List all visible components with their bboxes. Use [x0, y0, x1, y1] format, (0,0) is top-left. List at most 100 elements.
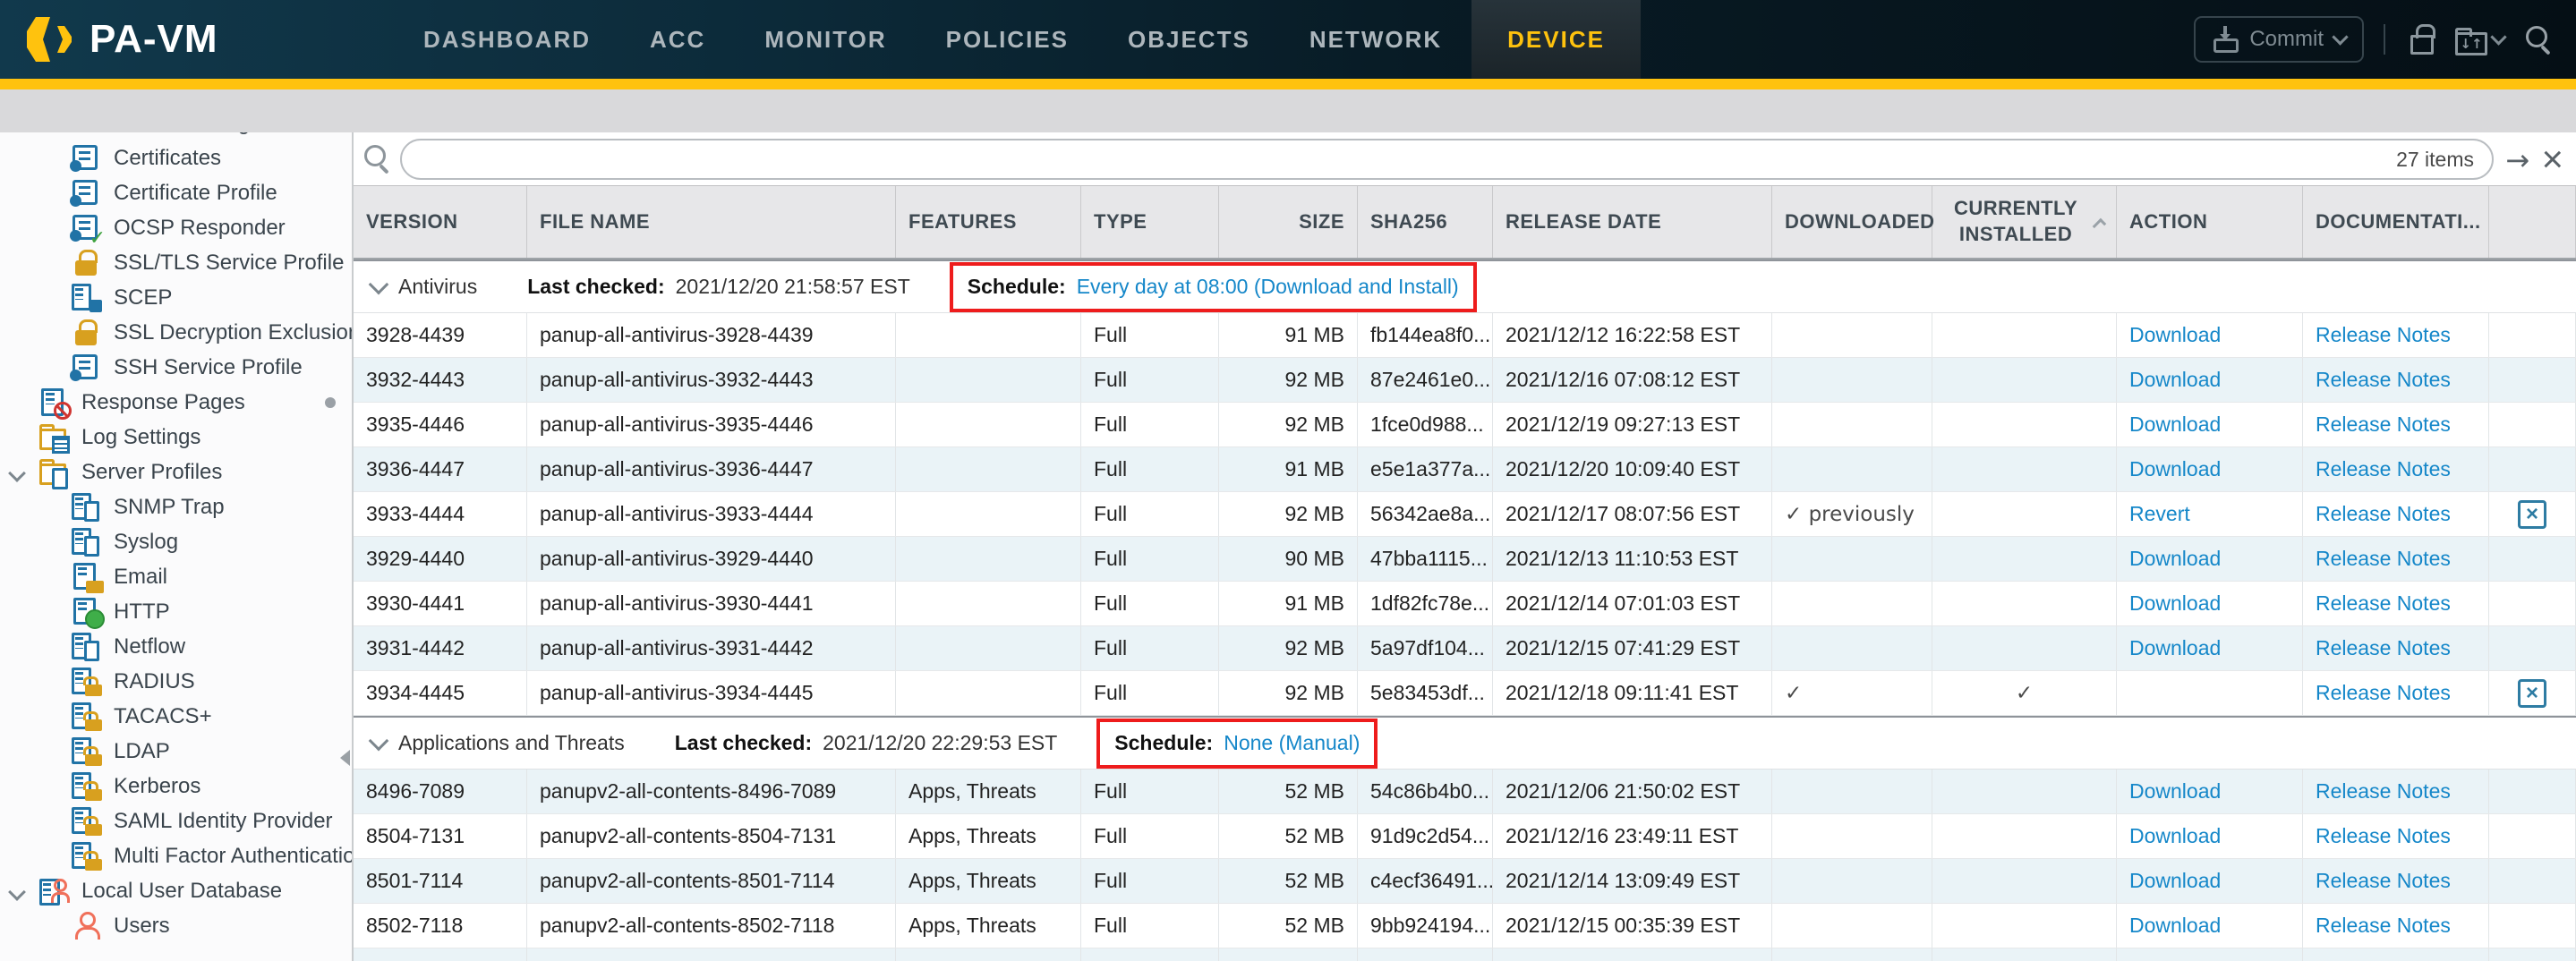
sidebar-item-netflow[interactable]: Netflow — [0, 629, 352, 664]
sidebar-item-server-profiles[interactable]: Server Profiles — [0, 455, 352, 489]
release-notes-link[interactable]: Release Notes — [2316, 914, 2451, 938]
schedule-link[interactable]: None (Manual) — [1224, 731, 1360, 755]
table-row[interactable]: 3928-4439panup-all-antivirus-3928-4439Fu… — [354, 313, 2576, 358]
sidebar-item-ocsp-responder[interactable]: OCSP Responder — [0, 210, 352, 245]
sidebar-item-syslog[interactable]: Syslog — [0, 524, 352, 559]
table-row[interactable]: 3931-4442panup-all-antivirus-3931-4442Fu… — [354, 626, 2576, 671]
chevron-down-icon[interactable] — [8, 883, 26, 901]
nav-tab-network[interactable]: NETWORK — [1280, 0, 1471, 79]
sidebar-item-ssl-tls-service-profile[interactable]: SSL/TLS Service Profile — [0, 245, 352, 280]
release-notes-link[interactable]: Release Notes — [2316, 368, 2451, 392]
column-header-file-name[interactable]: FILE NAME — [527, 186, 896, 258]
release-notes-link[interactable]: Release Notes — [2316, 681, 2451, 705]
column-header-action[interactable]: ACTION — [2117, 186, 2303, 258]
release-notes-link[interactable]: Release Notes — [2316, 412, 2451, 437]
release-notes-link[interactable]: Release Notes — [2316, 502, 2451, 526]
sidebar-item-ssh-service-profile[interactable]: SSH Service Profile — [0, 350, 352, 385]
delete-download-icon[interactable]: × — [2518, 500, 2546, 529]
config-transfer-icon[interactable]: ↓↑ — [2455, 24, 2486, 55]
nav-tab-monitor[interactable]: MONITOR — [735, 0, 916, 79]
table-row[interactable]: 3930-4441panup-all-antivirus-3930-4441Fu… — [354, 582, 2576, 626]
download-link[interactable]: Download — [2129, 457, 2221, 481]
nav-tab-device[interactable]: DEVICE — [1471, 0, 1641, 79]
release-notes-link[interactable]: Release Notes — [2316, 591, 2451, 616]
sidebar-item-ssl-decryption-exclusion[interactable]: SSL Decryption Exclusion — [0, 315, 352, 350]
download-link[interactable]: Download — [2129, 779, 2221, 804]
table-row[interactable]: 3932-4443panup-all-antivirus-3932-4443Fu… — [354, 358, 2576, 403]
table-row[interactable]: 8496-7089panupv2-all-contents-8496-7089A… — [354, 770, 2576, 814]
download-link[interactable]: Download — [2129, 547, 2221, 571]
table-row[interactable]: 3929-4440panup-all-antivirus-3929-4440Fu… — [354, 537, 2576, 582]
table-row[interactable]: 3933-4444panup-all-antivirus-3933-4444Fu… — [354, 492, 2576, 537]
sidebar-item-kerberos[interactable]: Kerberos — [0, 769, 352, 804]
sidebar-item-multi-factor-authentication[interactable]: Multi Factor Authentication — [0, 838, 352, 873]
release-notes-link[interactable]: Release Notes — [2316, 869, 2451, 893]
nav-tab-dashboard[interactable]: DASHBOARD — [394, 0, 620, 79]
chevron-down-icon[interactable] — [369, 274, 389, 294]
table-row[interactable]: 3934-4445panup-all-antivirus-3934-4445Fu… — [354, 671, 2576, 716]
column-header-currently-installed[interactable]: CURRENTLY INSTALLED — [1932, 186, 2117, 258]
commit-button[interactable]: Commit — [2194, 16, 2364, 63]
nav-tab-policies[interactable]: POLICIES — [917, 0, 1098, 79]
sidebar-item-response-pages[interactable]: Response Pages — [0, 385, 352, 420]
table-row[interactable]: 8501-7114panupv2-all-contents-8501-7114A… — [354, 859, 2576, 904]
release-notes-link[interactable]: Release Notes — [2316, 636, 2451, 660]
release-notes-link[interactable]: Release Notes — [2316, 323, 2451, 347]
sidebar-item-scep[interactable]: SCEP — [0, 280, 352, 315]
download-link[interactable]: Download — [2129, 591, 2221, 616]
lock-icon[interactable] — [2405, 24, 2435, 55]
search-input[interactable]: 27 items — [400, 139, 2494, 180]
sidebar-item-certificate-profile[interactable]: Certificate Profile — [0, 175, 352, 210]
sidebar-item-tacacs[interactable]: TACACS+ — [0, 699, 352, 734]
column-header-type[interactable]: TYPE — [1081, 186, 1219, 258]
apply-filter-icon[interactable]: → — [2505, 143, 2529, 177]
table-row[interactable]: 8493-7073panupv2-all-contents-8493-7073A… — [354, 948, 2576, 961]
column-header-downloaded[interactable]: DOWNLOADED — [1772, 186, 1932, 258]
release-notes-link[interactable]: Release Notes — [2316, 779, 2451, 804]
sidebar-item-snmp-trap[interactable]: SNMP Trap — [0, 489, 352, 524]
release-notes-link[interactable]: Release Notes — [2316, 824, 2451, 848]
table-row[interactable]: 8502-7118panupv2-all-contents-8502-7118A… — [354, 904, 2576, 948]
clear-filter-icon[interactable]: × — [2541, 138, 2563, 181]
column-header-size[interactable]: SIZE — [1219, 186, 1358, 258]
download-link[interactable]: Download — [2129, 412, 2221, 437]
table-row[interactable]: 8504-7131panupv2-all-contents-8504-7131A… — [354, 814, 2576, 859]
release-notes-link[interactable]: Release Notes — [2316, 547, 2451, 571]
column-header-sha256[interactable]: SHA256 — [1358, 186, 1493, 258]
revert-link[interactable]: Revert — [2129, 502, 2190, 526]
column-header-version[interactable]: VERSION — [354, 186, 527, 258]
nav-tab-objects[interactable]: OBJECTS — [1098, 0, 1280, 79]
sidebar-item-email[interactable]: Email — [0, 559, 352, 594]
sidebar-item-radius[interactable]: RADIUS — [0, 664, 352, 699]
table-row[interactable]: 3936-4447panup-all-antivirus-3936-4447Fu… — [354, 447, 2576, 492]
sidebar-item-certificates[interactable]: Certificates — [0, 140, 352, 175]
global-search-icon[interactable] — [2524, 24, 2555, 55]
column-header-empty[interactable] — [2489, 186, 2576, 258]
delete-download-icon[interactable]: × — [2518, 679, 2546, 708]
download-link[interactable]: Download — [2129, 323, 2221, 347]
sidebar-item-log-settings[interactable]: Log Settings — [0, 420, 352, 455]
column-header-features[interactable]: FEATURES — [896, 186, 1081, 258]
chevron-down-icon[interactable] — [369, 730, 389, 751]
section-header-applications-and-threats[interactable]: Applications and ThreatsLast checked:202… — [354, 716, 2576, 770]
nav-tab-acc[interactable]: ACC — [620, 0, 735, 79]
sidebar-item-local-user-database[interactable]: Local User Database — [0, 873, 352, 908]
download-link[interactable]: Download — [2129, 869, 2221, 893]
schedule-link[interactable]: Every day at 08:00 (Download and Install… — [1077, 275, 1459, 299]
section-header-antivirus[interactable]: AntivirusLast checked:2021/12/20 21:58:5… — [354, 259, 2576, 313]
download-link[interactable]: Download — [2129, 368, 2221, 392]
table-row[interactable]: 3935-4446panup-all-antivirus-3935-4446Fu… — [354, 403, 2576, 447]
sidebar-item-ldap[interactable]: LDAP — [0, 734, 352, 769]
download-link[interactable]: Download — [2129, 914, 2221, 938]
column-header-documentati[interactable]: DOCUMENTATI... — [2303, 186, 2489, 258]
sidebar-item-certificate-management[interactable]: Certificate Management — [0, 132, 352, 140]
download-link[interactable]: Download — [2129, 636, 2221, 660]
sidebar-item-saml-identity-provider[interactable]: SAML Identity Provider — [0, 804, 352, 838]
sidebar-collapse-icon[interactable] — [332, 750, 350, 766]
release-notes-link[interactable]: Release Notes — [2316, 457, 2451, 481]
download-link[interactable]: Download — [2129, 824, 2221, 848]
chevron-down-icon[interactable] — [2490, 29, 2506, 45]
column-header-release-date[interactable]: RELEASE DATE — [1493, 186, 1772, 258]
sidebar-item-http[interactable]: HTTP — [0, 594, 352, 629]
sidebar-item-users[interactable]: Users — [0, 908, 352, 943]
